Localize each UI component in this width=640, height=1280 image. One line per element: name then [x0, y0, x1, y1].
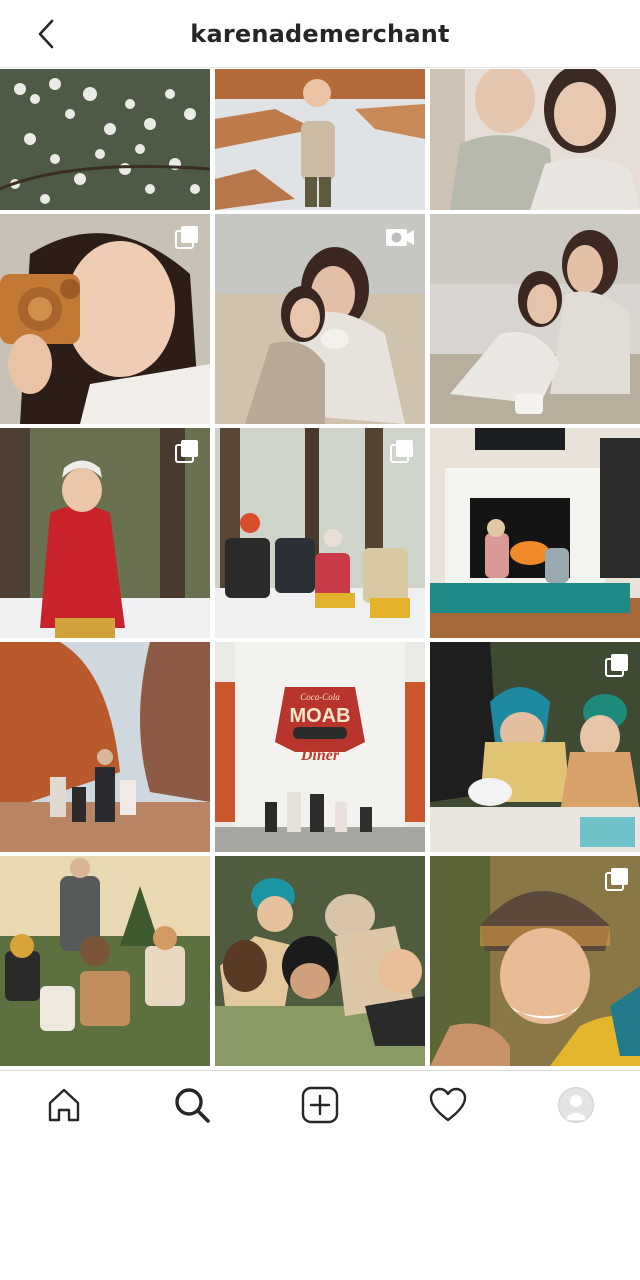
home-icon — [48, 1088, 80, 1121]
post-thumbnail-fireplace[interactable] — [430, 428, 640, 638]
post-thumbnail-snowy-forest[interactable] — [215, 428, 425, 638]
post-thumbnail-crafts[interactable] — [430, 642, 640, 852]
snow-boy-image — [215, 69, 425, 210]
back-button[interactable] — [30, 17, 62, 51]
mother-floor-image — [430, 214, 640, 424]
post-thumbnail-mother-sofa[interactable] — [215, 214, 425, 424]
fireplace-image — [430, 428, 640, 638]
post-thumbnail-wooden-camera[interactable] — [0, 214, 210, 424]
search-icon — [175, 1087, 210, 1123]
activity-heart-icon — [429, 1087, 467, 1121]
carousel-icon — [390, 440, 413, 463]
diner-sign-diner: Diner — [300, 747, 340, 764]
post-thumbnail-blossoms[interactable] — [0, 69, 210, 210]
new-post-icon — [301, 1086, 339, 1123]
post-thumbnail-two-kids[interactable] — [430, 69, 640, 210]
post-thumbnail-beanie-girl[interactable] — [430, 856, 640, 1066]
tab-new-post[interactable] — [288, 1075, 352, 1135]
post-thumbnail-moab-diner[interactable]: Coca-Cola MOAB Diner — [215, 642, 425, 852]
carousel-icon — [175, 226, 198, 249]
tree-farm-image — [0, 856, 210, 1066]
profile-avatar-icon — [558, 1086, 594, 1123]
diner-sign-cola: Coca-Cola — [300, 692, 340, 702]
carousel-icon — [605, 654, 628, 677]
post-thumbnail-red-rocks[interactable] — [0, 642, 210, 852]
diner-sign-moab: MOAB — [289, 705, 350, 727]
tab-activity[interactable] — [416, 1075, 480, 1135]
carousel-icon — [605, 868, 628, 891]
post-thumbnail-kids-grass[interactable] — [215, 856, 425, 1066]
post-thumbnail-red-coat[interactable] — [0, 428, 210, 638]
post-thumbnail-snow-boy[interactable] — [215, 69, 425, 210]
bottom-tab-bar — [0, 1070, 640, 1138]
video-icon — [386, 229, 414, 246]
tab-search[interactable] — [160, 1075, 224, 1135]
post-thumbnail-mother-floor[interactable] — [430, 214, 640, 424]
tab-home[interactable] — [32, 1075, 96, 1135]
moab-diner-image: Coca-Cola MOAB Diner — [215, 642, 425, 852]
red-rocks-image — [0, 642, 210, 852]
carousel-icon — [175, 440, 198, 463]
chevron-left-icon — [38, 19, 54, 49]
tab-profile[interactable] — [544, 1075, 608, 1135]
profile-username-title: karenademerchant — [190, 19, 450, 48]
post-thumbnail-tree-farm[interactable] — [0, 856, 210, 1066]
blossoms-image — [0, 69, 210, 210]
kids-grass-image — [215, 856, 425, 1066]
two-kids-image — [430, 69, 640, 210]
top-nav-bar: karenademerchant — [0, 0, 640, 68]
